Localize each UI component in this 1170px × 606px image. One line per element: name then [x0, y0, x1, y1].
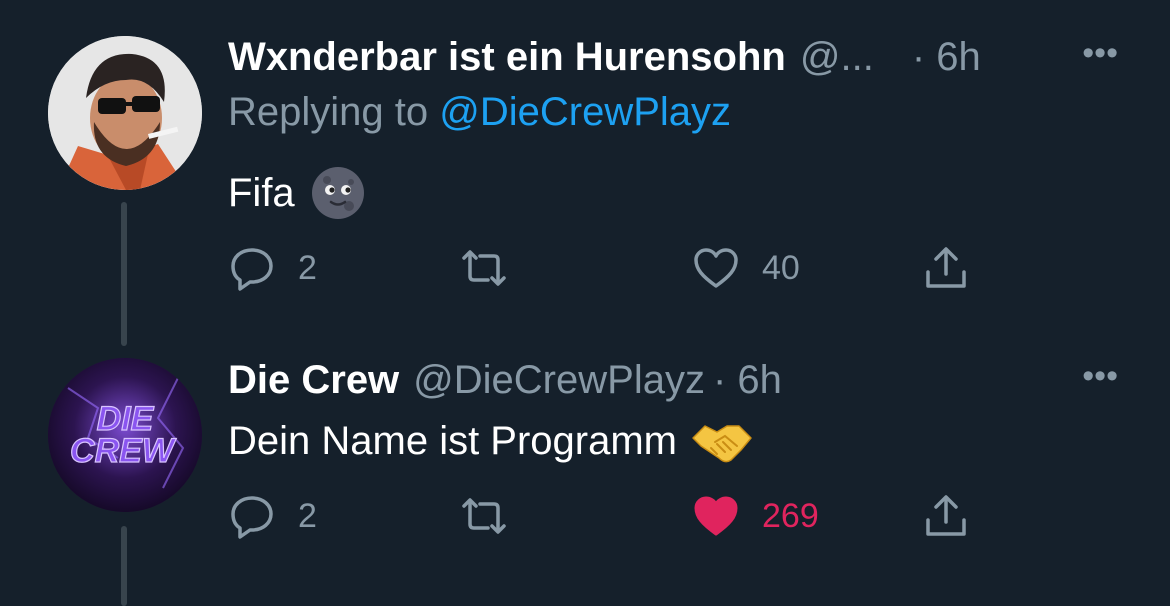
tweet-text-content: Fifa	[228, 170, 295, 215]
retweet-button[interactable]	[456, 238, 512, 298]
more-options-icon[interactable]: •••	[1082, 357, 1118, 396]
reply-count: 2	[298, 248, 317, 287]
heart-outline-icon	[694, 248, 738, 288]
reply-button[interactable]: 2	[228, 486, 317, 546]
retweet-button[interactable]	[456, 486, 512, 546]
tweet-text-content: Dein Name ist Programm	[228, 418, 678, 463]
tweet[interactable]: Wxnderbar ist ein Hurensohn @... · 6h ••…	[0, 0, 1170, 346]
display-name[interactable]: Wxnderbar ist ein Hurensohn	[228, 35, 786, 80]
reply-icon	[231, 248, 273, 291]
svg-text:CREW: CREW	[70, 432, 177, 470]
retweet-icon	[462, 498, 506, 534]
more-options-icon[interactable]: •••	[1082, 34, 1118, 73]
mention-link[interactable]: @DieCrewPlayz	[439, 90, 731, 134]
share-button[interactable]	[922, 238, 970, 298]
like-button[interactable]: 269	[692, 486, 819, 546]
avatar[interactable]: DIE CREW	[48, 358, 202, 512]
user-handle[interactable]: @DieCrewPlayz	[413, 358, 705, 403]
reply-icon	[231, 496, 273, 539]
reply-count: 2	[298, 496, 317, 535]
like-count: 40	[762, 248, 800, 287]
reply-button[interactable]: 2	[228, 238, 317, 298]
tweet-text: Dein Name ist Programm	[228, 416, 753, 466]
timestamp[interactable]: · 6h	[713, 358, 782, 403]
heart-filled-icon	[694, 496, 738, 536]
display-name[interactable]: Die Crew	[228, 358, 399, 403]
like-count: 269	[762, 496, 819, 535]
thread-line	[121, 526, 127, 606]
share-icon	[926, 495, 966, 536]
tweet-header: Die Crew @DieCrewPlayz · 6h •••	[228, 355, 1130, 405]
avatar[interactable]	[48, 36, 202, 190]
like-button[interactable]: 40	[692, 238, 800, 298]
tweet-text: Fifa	[228, 166, 365, 220]
tweet-header: Wxnderbar ist ein Hurensohn @... · 6h ••…	[228, 32, 1130, 82]
user-handle[interactable]: @...	[800, 35, 874, 80]
thread-line	[121, 202, 127, 346]
new-moon-face-emoji	[311, 167, 364, 219]
tweet[interactable]: DIE CREW Die Crew @DieCrewPlayz · 6h •••…	[0, 340, 1170, 606]
replying-to-label: Replying to	[228, 90, 440, 134]
replying-to: Replying to @DieCrewPlayz	[228, 90, 731, 135]
share-icon	[926, 247, 966, 288]
handshake-emoji	[692, 425, 752, 463]
timestamp[interactable]: · 6h	[912, 35, 981, 80]
share-button[interactable]	[922, 486, 970, 546]
retweet-icon	[462, 250, 506, 286]
